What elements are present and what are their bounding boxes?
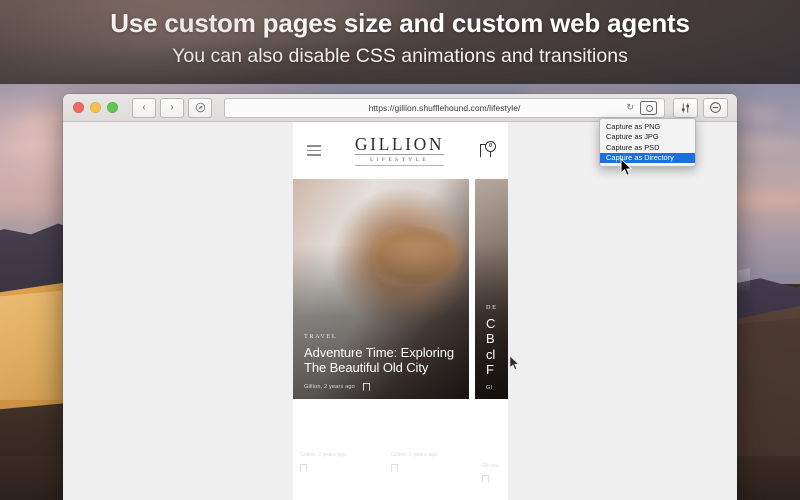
url-text: https://gillion.shufflehound.com/lifesty… [225, 103, 664, 113]
promo-banner: Use custom pages size and custom web age… [0, 0, 800, 84]
article-card[interactable]: Master Your Mind In 5 Minutes A Day Gill… [384, 405, 469, 500]
hero-posts-row: TRAVEL Adventure Time: Exploring The Bea… [293, 179, 508, 399]
page-viewport: GILLION LIFESTYLE 0 TRAVEL Advent [63, 122, 737, 500]
bookmark-icon[interactable] [391, 464, 398, 472]
site-header: GILLION LIFESTYLE 0 [293, 122, 508, 179]
article-card[interactable]: That Could Happen Faster Than You Think … [293, 405, 378, 500]
logo-subtitle: LIFESTYLE [355, 157, 444, 166]
promo-subtitle: You can also disable CSS animations and … [0, 45, 800, 68]
reload-icon[interactable]: ↻ [626, 102, 634, 113]
capture-dropdown-menu[interactable]: Capture as PNG Capture as JPG Capture as… [599, 118, 696, 167]
article-title[interactable]: C B cl F [486, 316, 500, 377]
article-body: M Ab In al Su Gil yea [482, 415, 503, 483]
bookmark-count-badge: 0 [485, 141, 496, 152]
article-title[interactable]: M Ab In al Su [482, 415, 503, 458]
zoom-button[interactable] [107, 102, 118, 113]
menu-item-capture-directory[interactable]: Capture as Directory [600, 153, 695, 163]
article-title[interactable]: That Could Happen Faster Than You Think [300, 415, 373, 447]
screen: Use custom pages size and custom web age… [0, 0, 800, 500]
menu-item-capture-psd[interactable]: Capture as PSD [600, 143, 695, 153]
menu-item-capture-jpg[interactable]: Capture as JPG [600, 132, 695, 142]
small-posts-row: That Could Happen Faster Than You Think … [293, 405, 508, 500]
minimize-button[interactable] [90, 102, 101, 113]
promo-title: Use custom pages size and custom web age… [0, 8, 800, 39]
window-controls [73, 102, 118, 113]
article-meta-text: Gillion, 2 years ago [391, 452, 464, 459]
settings-sliders-icon[interactable] [673, 98, 698, 118]
article-card[interactable]: M Ab In al Su Gil yea [475, 405, 508, 500]
address-bar[interactable]: https://gillion.shufflehound.com/lifesty… [224, 98, 665, 118]
article-category[interactable]: DE [486, 304, 500, 311]
logo-title: GILLION [355, 135, 444, 155]
forward-button[interactable]: › [160, 98, 184, 118]
hamburger-menu-icon[interactable] [307, 145, 321, 155]
article-card[interactable]: DE C B cl F GI [475, 179, 508, 399]
article-card[interactable]: TRAVEL Adventure Time: Exploring The Bea… [293, 179, 469, 399]
camera-icon[interactable] [640, 101, 657, 115]
article-title[interactable]: Master Your Mind In 5 Minutes A Day [391, 415, 464, 447]
article-body: TRAVEL Adventure Time: Exploring The Bea… [304, 333, 461, 391]
article-meta: Gillion, 2 years ago [304, 383, 461, 391]
bookmark-icon[interactable] [482, 475, 489, 483]
compass-icon[interactable] [188, 98, 212, 118]
site-logo[interactable]: GILLION LIFESTYLE [355, 135, 444, 166]
menu-item-capture-png[interactable]: Capture as PNG [600, 122, 695, 132]
bookmark-button[interactable]: 0 [478, 142, 494, 160]
article-meta-text: Gil yea [482, 463, 503, 470]
article-meta-text: Gillion, 2 years ago [300, 452, 373, 459]
navigation-buttons: ‹ › [132, 98, 212, 118]
bookmark-icon[interactable] [300, 464, 307, 472]
minus-circle-icon[interactable] [703, 98, 728, 118]
article-meta-text: Gillion, 2 years ago [304, 384, 355, 390]
toolbar-right-buttons [673, 98, 728, 118]
article-meta: GI [486, 385, 500, 391]
article-title[interactable]: Adventure Time: Exploring The Beautiful … [304, 345, 461, 375]
article-category[interactable]: TRAVEL [304, 333, 461, 340]
close-button[interactable] [73, 102, 84, 113]
article-body: DE C B cl F GI [486, 304, 500, 391]
article-body: That Could Happen Faster Than You Think … [300, 415, 373, 472]
back-button[interactable]: ‹ [132, 98, 156, 118]
website-content: GILLION LIFESTYLE 0 TRAVEL Advent [293, 122, 508, 500]
article-meta-text: GI [486, 385, 492, 391]
article-body: Master Your Mind In 5 Minutes A Day Gill… [391, 415, 464, 472]
bookmark-icon[interactable] [363, 383, 370, 391]
